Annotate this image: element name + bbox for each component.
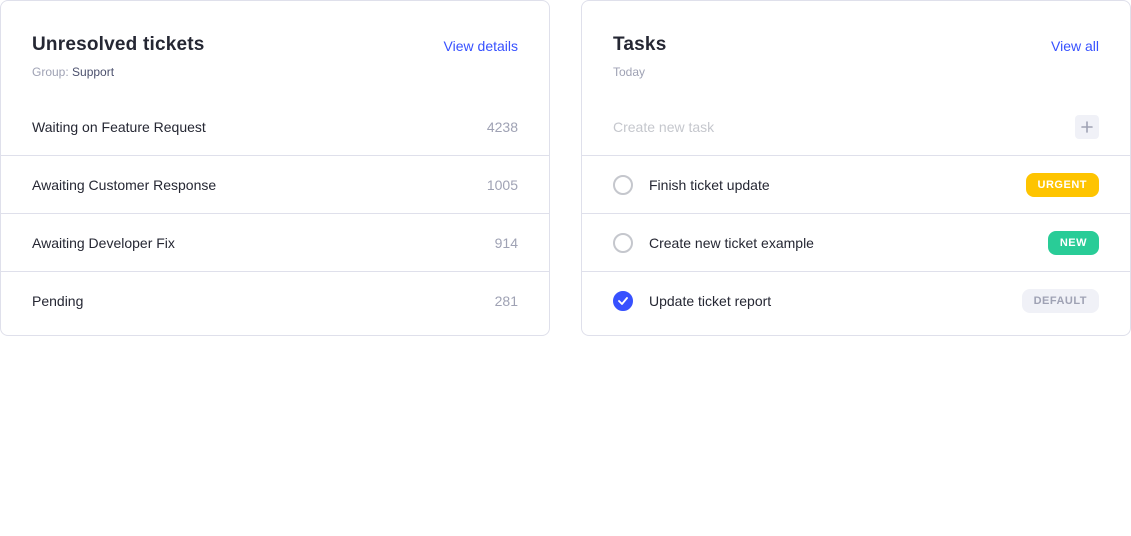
group-label: Group: (32, 65, 69, 79)
status-badge: NEW (1047, 230, 1099, 255)
ticket-count: 4238 (486, 118, 518, 135)
ticket-count: 281 (494, 293, 518, 309)
tasks-subtitle: Today (613, 65, 646, 79)
group-caption: Group: Support (32, 65, 518, 79)
card-header: Unresolved tickets Group: Support View d… (1, 1, 549, 98)
view-all-link[interactable]: View all (1051, 38, 1099, 55)
ticket-label: Waiting on Feature Request (32, 118, 206, 135)
status-badge: DEFAULT (1021, 289, 1099, 313)
status-badge: URGENT (1025, 172, 1099, 197)
task-row: Finish ticket update URGENT (582, 156, 1130, 214)
ticket-label: Pending (32, 293, 84, 309)
task-checkbox[interactable] (613, 232, 633, 253)
task-label: Create new ticket example (649, 234, 814, 251)
ticket-label: Awaiting Customer Response (32, 176, 217, 193)
ticket-count: 1005 (486, 176, 518, 193)
view-details-link[interactable]: View details (444, 38, 518, 55)
task-checkbox[interactable] (613, 174, 633, 195)
new-task-input[interactable]: Create new task (613, 119, 714, 135)
add-task-button[interactable] (1075, 114, 1099, 139)
plus-icon (1081, 120, 1093, 133)
task-label: Update ticket report (649, 293, 772, 309)
ticket-row[interactable]: Awaiting Customer Response 1005 (1, 156, 549, 214)
task-row: Create new ticket example NEW (582, 214, 1130, 272)
unresolved-tickets-card: Unresolved tickets Group: Support View d… (0, 0, 550, 336)
ticket-label: Awaiting Developer Fix (32, 234, 175, 251)
dashboard-widgets: Unresolved tickets Group: Support View d… (0, 0, 1131, 536)
ticket-count: 914 (494, 234, 518, 251)
ticket-row[interactable]: Awaiting Developer Fix 914 (1, 214, 549, 272)
card-title: Tasks (613, 34, 667, 55)
new-task-row: Create new task (582, 98, 1130, 156)
ticket-row[interactable]: Waiting on Feature Request 4238 (1, 98, 549, 156)
ticket-row[interactable]: Pending 281 (1, 272, 549, 330)
checkmark-icon (618, 297, 628, 305)
group-value: Support (72, 65, 115, 79)
card-header: Tasks Today View all (582, 1, 1130, 98)
task-label: Finish ticket update (649, 176, 770, 193)
tasks-card: Tasks Today View all Create new task Fin… (581, 0, 1131, 336)
task-checkbox[interactable] (613, 291, 633, 311)
task-row: Update ticket report DEFAULT (582, 272, 1130, 330)
